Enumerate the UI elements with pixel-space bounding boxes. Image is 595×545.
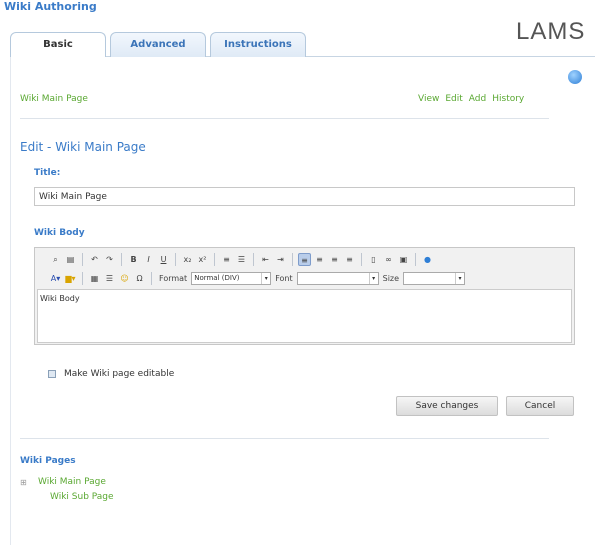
format-label: Format bbox=[159, 274, 188, 283]
tab-bar: Basic Advanced Instructions bbox=[10, 30, 595, 58]
redo-icon[interactable]: ↷ bbox=[103, 253, 116, 266]
tab-advanced[interactable]: Advanced bbox=[110, 32, 206, 57]
divider bbox=[20, 438, 549, 439]
underline-icon[interactable]: U bbox=[157, 253, 170, 266]
format-select[interactable]: Normal (DIV) ▾ bbox=[191, 272, 272, 285]
wiki-body-editor[interactable]: Wiki Body bbox=[37, 289, 572, 343]
size-select[interactable]: ▾ bbox=[403, 272, 466, 285]
editor-toolbar-row-1: ⌕ ▤ ↶ ↷ B I U x₂ x² ≡ ☰ ⇤ ⇥ ≡ ≡ ≡ ≡ ▯ ∞ … bbox=[49, 251, 434, 268]
edit-link[interactable]: Edit bbox=[445, 94, 462, 104]
cancel-button[interactable]: Cancel bbox=[506, 396, 574, 416]
chevron-down-icon: ▾ bbox=[455, 273, 464, 284]
chevron-down-icon: ▾ bbox=[261, 273, 270, 284]
undo-icon[interactable]: ↶ bbox=[88, 253, 101, 266]
align-right-icon[interactable]: ≡ bbox=[328, 253, 341, 266]
tree-expand-icon[interactable]: ⊞ bbox=[20, 478, 27, 487]
size-label: Size bbox=[382, 274, 400, 283]
subscript-icon[interactable]: x₂ bbox=[181, 253, 194, 266]
special-char-icon[interactable]: Ω bbox=[133, 272, 146, 285]
numbered-list-icon[interactable]: ≡ bbox=[220, 253, 233, 266]
divider bbox=[20, 118, 549, 119]
indent-icon[interactable]: ⇥ bbox=[274, 253, 287, 266]
text-color-icon[interactable]: A▾ bbox=[49, 272, 62, 285]
bulleted-list-icon[interactable]: ☰ bbox=[235, 253, 248, 266]
save-changes-button[interactable]: Save changes bbox=[396, 396, 498, 416]
breadcrumb-wiki-main-page[interactable]: Wiki Main Page bbox=[20, 94, 88, 104]
paste-icon[interactable]: ▤ bbox=[64, 253, 77, 266]
link-icon[interactable]: ∞ bbox=[382, 253, 395, 266]
wiki-body-label: Wiki Body bbox=[34, 228, 85, 238]
bold-icon[interactable]: B bbox=[127, 253, 140, 266]
title-label: Title: bbox=[34, 168, 61, 178]
wiki-pages-heading: Wiki Pages bbox=[20, 456, 76, 466]
view-link[interactable]: View bbox=[418, 94, 439, 104]
editor-toolbar-row-2: A▾ ▆▾ ▦ ☰ ☺ Ω Format Normal (DIV) ▾ Font … bbox=[49, 270, 466, 287]
wiki-page-link[interactable]: Wiki Sub Page bbox=[50, 492, 114, 502]
font-label: Font bbox=[275, 274, 293, 283]
align-left-icon[interactable]: ≡ bbox=[298, 253, 311, 266]
chevron-down-icon: ▾ bbox=[368, 273, 378, 284]
table-icon[interactable]: ▦ bbox=[88, 272, 101, 285]
align-center-icon[interactable]: ≡ bbox=[313, 253, 326, 266]
tab-basic[interactable]: Basic bbox=[10, 32, 106, 58]
editable-option: Make Wiki page editable bbox=[48, 369, 174, 379]
background-color-icon[interactable]: ▆▾ bbox=[64, 272, 77, 285]
help-icon[interactable] bbox=[568, 70, 582, 84]
app-title: Wiki Authoring bbox=[4, 0, 97, 13]
smiley-icon[interactable]: ☺ bbox=[118, 272, 131, 285]
wiki-page-link[interactable]: Wiki Main Page bbox=[38, 477, 106, 487]
history-link[interactable]: History bbox=[492, 94, 524, 104]
tab-instructions[interactable]: Instructions bbox=[210, 32, 306, 57]
page-actions: View Edit Add History bbox=[418, 94, 524, 104]
image-icon[interactable]: ▣ bbox=[397, 253, 410, 266]
font-select[interactable]: ▾ bbox=[296, 272, 379, 285]
editable-label: Make Wiki page editable bbox=[64, 369, 175, 379]
horizontal-rule-icon[interactable]: ☰ bbox=[103, 272, 116, 285]
edit-heading: Edit - Wiki Main Page bbox=[20, 140, 146, 154]
preview-icon[interactable]: ⌕ bbox=[49, 253, 62, 266]
align-justify-icon[interactable]: ≡ bbox=[343, 253, 356, 266]
page-icon[interactable]: ▯ bbox=[367, 253, 380, 266]
title-input[interactable] bbox=[34, 187, 575, 206]
about-icon[interactable]: ● bbox=[421, 253, 434, 266]
add-link[interactable]: Add bbox=[469, 94, 486, 104]
italic-icon[interactable]: I bbox=[142, 253, 155, 266]
outdent-icon[interactable]: ⇤ bbox=[259, 253, 272, 266]
editable-checkbox[interactable] bbox=[48, 370, 56, 378]
rich-text-editor: ⌕ ▤ ↶ ↷ B I U x₂ x² ≡ ☰ ⇤ ⇥ ≡ ≡ ≡ ≡ ▯ ∞ … bbox=[34, 247, 575, 345]
superscript-icon[interactable]: x² bbox=[196, 253, 209, 266]
